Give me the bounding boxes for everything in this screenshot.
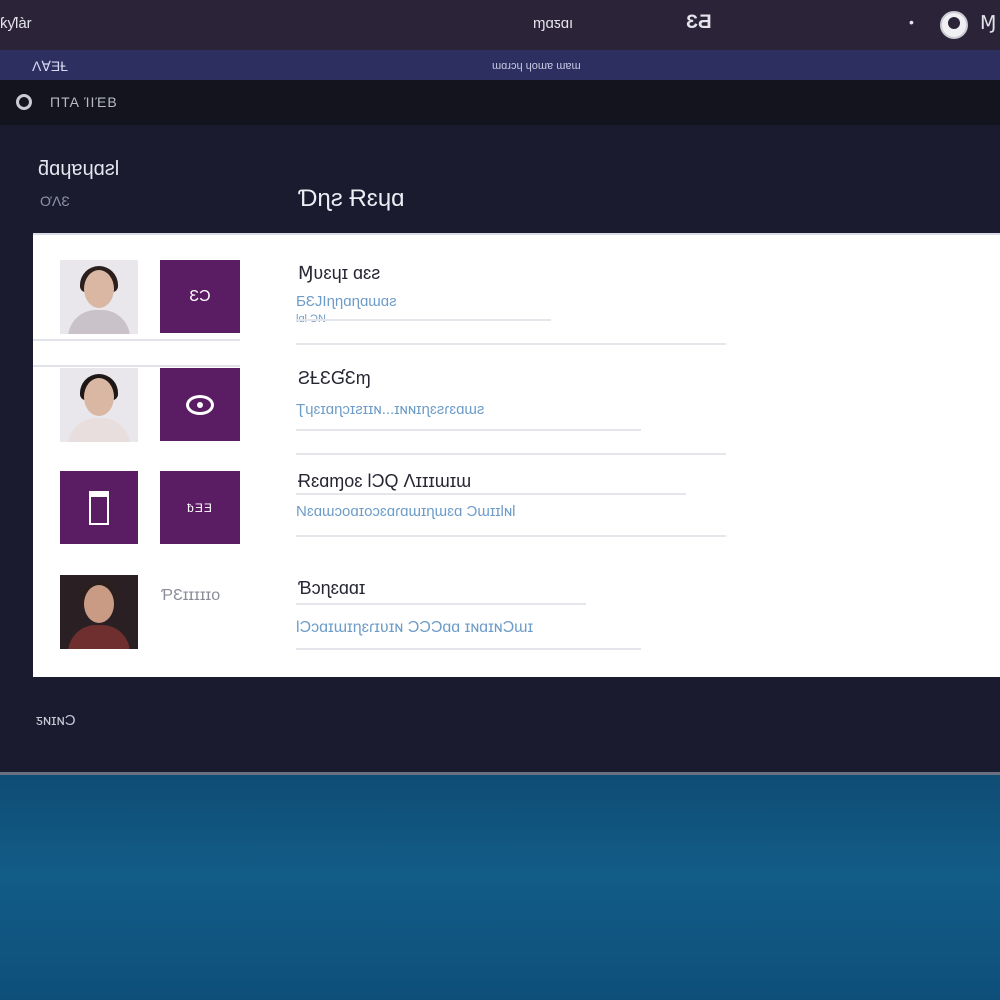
app-title: ƙƴlàr — [0, 15, 32, 32]
page-title: Ɗɳƨ Ɍɛɥɑ — [298, 185, 405, 212]
person-photo[interactable] — [60, 260, 138, 334]
footer-label: ƽɴɪɴƆ — [36, 712, 76, 729]
divider — [296, 429, 641, 431]
eye-icon[interactable] — [160, 368, 240, 441]
title-right-label[interactable]: Ɱ — [980, 12, 996, 35]
menu-bar: ɅⱯƎȽ ɯɑɹɔɥ ɥoɯɐ ɯɐɯ — [0, 50, 1000, 80]
settings-icon[interactable] — [16, 94, 32, 110]
divider — [296, 343, 726, 345]
divider — [296, 493, 686, 495]
divider — [296, 535, 726, 537]
list-icon[interactable]: ƀƎƎ — [160, 471, 240, 544]
item-title[interactable]: ƧȽƐƓƐɱ — [298, 368, 371, 389]
item-description: Nɛɑɯɔoɑɪoɔɛɑɾɑɯɪɳɯɛɑ ƆɯɪɪƖɴƖ — [296, 503, 516, 520]
user-avatar-icon[interactable] — [940, 11, 968, 39]
toolbar: ΠΤΑ ΊΙΈΒ — [0, 80, 1000, 125]
document-icon[interactable]: ƐƆ — [160, 260, 240, 333]
divider — [296, 603, 586, 605]
title-bar: ƙƴlàr ɱɑƽɑı ƐƋ • Ɱ — [0, 0, 1000, 50]
divider — [296, 648, 641, 650]
item-badge: ƤƐɪɪɪɪɪo — [161, 587, 221, 604]
person-photo[interactable] — [60, 368, 138, 442]
item-description: ƖƆɔɑɪɯɪɳɛɾɪʋɪɴ ƆƆƆɑɑ ɪɴɑɪɴƆɯɪ — [296, 619, 534, 636]
window-title: ɱɑƽɑı — [533, 15, 574, 32]
menu-center-text: ɯɑɹɔɥ ɥoɯɐ ɯɐɯ — [492, 60, 581, 72]
desktop-background — [0, 775, 1000, 1000]
app-window: ƙƴlàr ɱɑƽɑı ƐƋ • Ɱ ɅⱯƎȽ ɯɑɹɔɥ ɥoɯɐ ɯɐɯ Π… — [0, 0, 1000, 775]
sidebar-title: ƌɑɥɐɥɑƨl — [38, 158, 120, 180]
item-title[interactable]: Ɓɔɳɛɑɑɪ — [298, 578, 365, 599]
person-photo[interactable] — [60, 575, 138, 649]
menu-item-left[interactable]: ɅⱯƎȽ — [32, 58, 68, 75]
content-panel: ƐƆ Ɱʋɛɥɪ ɑɛƨ ƂƐЈIɳƞɑɳɑɯɑƨ ƖɑƖ ƆN ƧȽƐƓƐɱ … — [33, 233, 1000, 677]
divider — [33, 339, 240, 341]
item-description: Ʈɥɛɪɑɳɔɪƨɪɪɴ...ɪɴɴɪɳɛƨɾɛɑɯƨ — [296, 401, 485, 418]
toolbar-label[interactable]: ΠΤΑ ΊΙΈΒ — [50, 94, 118, 110]
divider — [33, 365, 240, 367]
tile-label: ƀƎƎ — [187, 500, 213, 515]
divider — [296, 453, 726, 455]
notification-dot-icon[interactable]: • — [909, 14, 914, 30]
item-description: ƂƐЈIɳƞɑɳɑɯɑƨ — [296, 293, 397, 310]
divider — [296, 319, 551, 321]
item-title[interactable]: Ɍɛɑɱoɛ ƖƆQ Ʌɪɪɪɯɪɯ — [298, 471, 471, 492]
item-title[interactable]: Ɱʋɛɥɪ ɑɛƨ — [298, 263, 380, 284]
sidebar-subtitle: ƠΛƐ — [40, 193, 70, 209]
tile-label: ƐƆ — [189, 287, 211, 305]
tower-icon[interactable] — [60, 471, 138, 544]
title-badge[interactable]: ƐƋ — [686, 12, 712, 34]
